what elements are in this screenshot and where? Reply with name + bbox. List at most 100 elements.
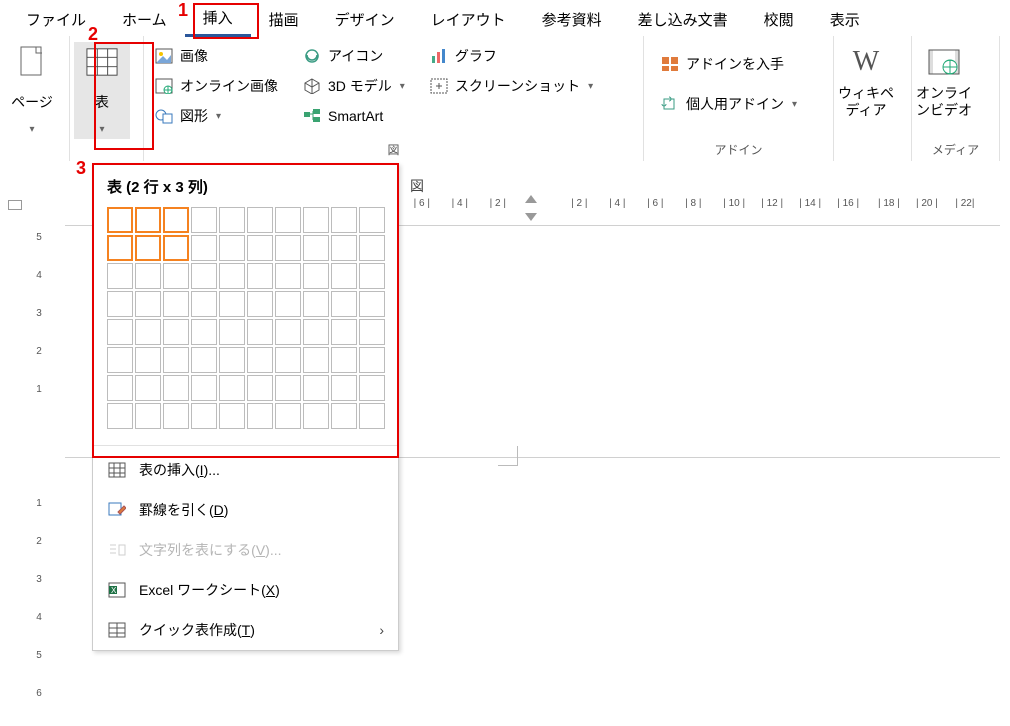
table-grid-cell[interactable]: [191, 319, 217, 345]
table-grid-cell[interactable]: [303, 263, 329, 289]
table-grid-cell[interactable]: [359, 403, 385, 429]
table-button[interactable]: 表 ▾: [74, 42, 130, 139]
get-addins-button[interactable]: アドインを入手: [656, 52, 788, 76]
table-grid-cell[interactable]: [219, 291, 245, 317]
table-grid-cell[interactable]: [107, 235, 133, 261]
table-grid-cell[interactable]: [247, 207, 273, 233]
screenshot-button[interactable]: スクリーンショット ▾: [425, 74, 597, 98]
quick-tables-item[interactable]: クイック表作成(T) ›: [93, 610, 398, 650]
table-grid-cell[interactable]: [331, 375, 357, 401]
table-grid-cell[interactable]: [191, 235, 217, 261]
table-grid-cell[interactable]: [359, 319, 385, 345]
table-grid-cell[interactable]: [331, 403, 357, 429]
table-grid-cell[interactable]: [275, 263, 301, 289]
vertical-ruler-top[interactable]: 54321: [30, 232, 48, 460]
tab-insert[interactable]: 挿入: [185, 0, 251, 37]
tab-ref[interactable]: 参考資料: [524, 1, 620, 36]
pages-button[interactable]: ページ ▾: [4, 42, 60, 139]
vertical-ruler-bottom[interactable]: 123456: [30, 460, 48, 726]
table-grid-cell[interactable]: [275, 235, 301, 261]
table-grid-cell[interactable]: [107, 375, 133, 401]
tab-draw[interactable]: 描画: [251, 1, 317, 36]
3dmodel-button[interactable]: 3D モデル ▾: [298, 74, 409, 98]
table-grid-cell[interactable]: [219, 235, 245, 261]
table-grid-cell[interactable]: [359, 291, 385, 317]
tab-home[interactable]: ホーム: [104, 1, 185, 36]
table-grid-cell[interactable]: [247, 403, 273, 429]
table-grid-cell[interactable]: [247, 291, 273, 317]
table-grid-cell[interactable]: [247, 347, 273, 373]
table-grid-cell[interactable]: [107, 347, 133, 373]
table-grid-cell[interactable]: [219, 375, 245, 401]
table-grid-cell[interactable]: [135, 207, 161, 233]
table-grid-cell[interactable]: [303, 235, 329, 261]
table-grid-cell[interactable]: [303, 319, 329, 345]
table-grid-cell[interactable]: [247, 319, 273, 345]
tab-mail[interactable]: 差し込み文書: [620, 1, 746, 36]
table-grid-cell[interactable]: [303, 403, 329, 429]
table-grid-cell[interactable]: [275, 319, 301, 345]
excel-worksheet-item[interactable]: X Excel ワークシート(X): [93, 570, 398, 610]
table-grid-cell[interactable]: [191, 263, 217, 289]
table-grid-cell[interactable]: [191, 207, 217, 233]
table-grid-cell[interactable]: [331, 207, 357, 233]
picture-button[interactable]: 画像: [150, 44, 282, 68]
tab-review[interactable]: 校閲: [746, 1, 812, 36]
insert-table-item[interactable]: 表の挿入(I)...: [93, 450, 398, 490]
table-grid-cell[interactable]: [107, 263, 133, 289]
draw-table-item[interactable]: 罫線を引く(D): [93, 490, 398, 530]
tab-view[interactable]: 表示: [812, 1, 878, 36]
table-grid-cell[interactable]: [359, 235, 385, 261]
table-grid-cell[interactable]: [163, 319, 189, 345]
table-grid-cell[interactable]: [247, 235, 273, 261]
table-grid-cell[interactable]: [219, 207, 245, 233]
table-grid-cell[interactable]: [359, 375, 385, 401]
table-grid-cell[interactable]: [135, 375, 161, 401]
table-grid-cell[interactable]: [331, 319, 357, 345]
table-grid-cell[interactable]: [331, 235, 357, 261]
table-grid-cell[interactable]: [275, 207, 301, 233]
table-grid-cell[interactable]: [107, 291, 133, 317]
table-grid-cell[interactable]: [135, 319, 161, 345]
table-grid-cell[interactable]: [303, 207, 329, 233]
online-video-button[interactable]: オンラインビデオ: [916, 42, 972, 139]
table-grid-cell[interactable]: [107, 319, 133, 345]
tab-layout[interactable]: レイアウト: [413, 1, 524, 36]
table-grid-cell[interactable]: [359, 207, 385, 233]
table-grid-cell[interactable]: [191, 347, 217, 373]
table-grid-cell[interactable]: [135, 403, 161, 429]
table-grid-cell[interactable]: [163, 263, 189, 289]
table-grid-cell[interactable]: [219, 263, 245, 289]
wikipedia-button[interactable]: W ウィキペディア: [838, 42, 894, 139]
table-grid-cell[interactable]: [331, 347, 357, 373]
table-grid-cell[interactable]: [191, 403, 217, 429]
indent-marker-bottom[interactable]: [525, 213, 537, 221]
table-grid-cell[interactable]: [135, 235, 161, 261]
table-grid-cell[interactable]: [163, 403, 189, 429]
table-grid-cell[interactable]: [331, 263, 357, 289]
my-addins-button[interactable]: 個人用アドイン ▾: [656, 92, 801, 116]
table-grid-cell[interactable]: [163, 375, 189, 401]
table-size-grid[interactable]: [93, 207, 398, 441]
table-grid-cell[interactable]: [275, 375, 301, 401]
table-grid-cell[interactable]: [331, 291, 357, 317]
table-grid-cell[interactable]: [303, 347, 329, 373]
table-grid-cell[interactable]: [275, 291, 301, 317]
table-grid-cell[interactable]: [359, 347, 385, 373]
indent-marker-top[interactable]: [525, 195, 537, 203]
table-grid-cell[interactable]: [219, 347, 245, 373]
table-grid-cell[interactable]: [163, 235, 189, 261]
table-grid-cell[interactable]: [135, 347, 161, 373]
table-grid-cell[interactable]: [191, 291, 217, 317]
table-grid-cell[interactable]: [303, 375, 329, 401]
table-grid-cell[interactable]: [135, 291, 161, 317]
table-grid-cell[interactable]: [107, 403, 133, 429]
table-grid-cell[interactable]: [219, 319, 245, 345]
table-grid-cell[interactable]: [359, 263, 385, 289]
table-grid-cell[interactable]: [163, 207, 189, 233]
table-grid-cell[interactable]: [135, 263, 161, 289]
table-grid-cell[interactable]: [107, 207, 133, 233]
shapes-button[interactable]: 図形 ▾: [150, 104, 282, 128]
table-grid-cell[interactable]: [163, 347, 189, 373]
table-grid-cell[interactable]: [303, 291, 329, 317]
